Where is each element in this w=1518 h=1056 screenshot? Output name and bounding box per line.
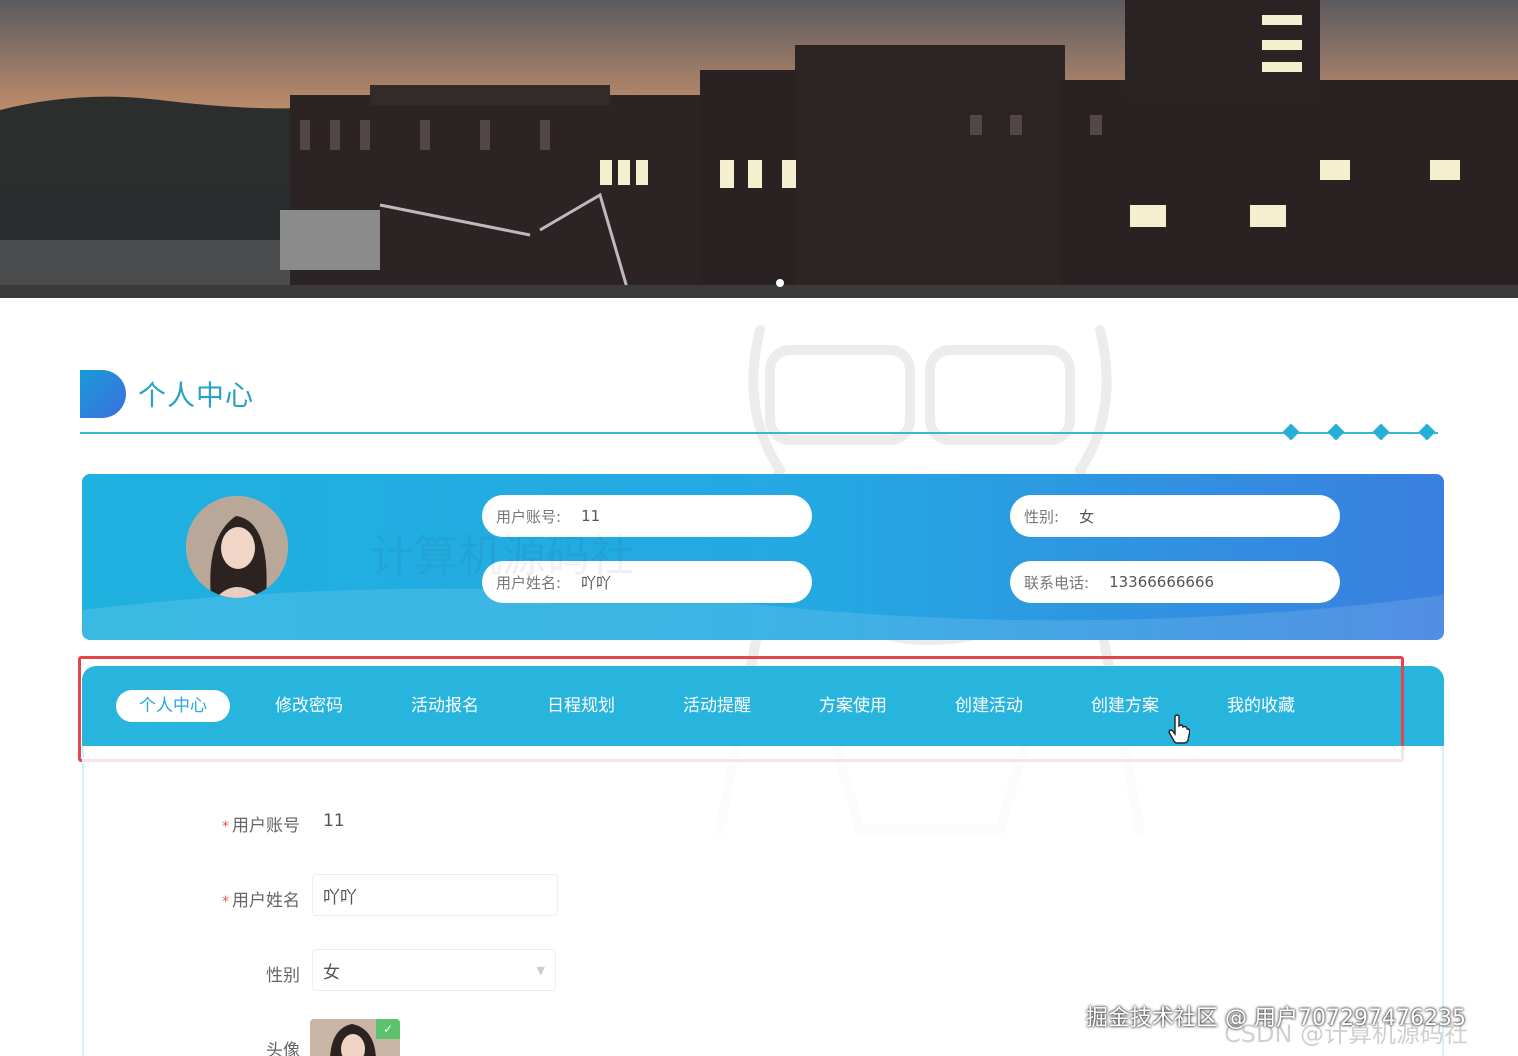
page-title: 个人中心 xyxy=(138,379,255,412)
gender-select-value: 女 xyxy=(323,962,340,983)
campus-night-photo xyxy=(0,0,1518,298)
check-icon: ✓ xyxy=(376,1019,400,1039)
diamond-icon xyxy=(1372,423,1390,441)
form-avatar-label: 头像 xyxy=(266,1041,300,1056)
carousel-indicator-dot[interactable] xyxy=(776,279,784,287)
form-gender-label: 性别 xyxy=(266,966,300,986)
title-divider xyxy=(80,432,1438,434)
phone-value: 13366666666 xyxy=(1109,573,1215,591)
diamond-icon xyxy=(1418,423,1436,441)
title-accent-icon xyxy=(80,370,126,418)
form-account-label: * 用户账号 xyxy=(222,816,300,836)
gender-label: 性别: xyxy=(1024,507,1060,526)
gender-value: 女 xyxy=(1079,507,1095,526)
hero-banner xyxy=(0,0,1518,298)
section-title: 个人中心 xyxy=(80,368,254,420)
phone-info-pill: 联系电话: 13366666666 xyxy=(1010,561,1340,603)
gender-select[interactable]: 女 ▼ xyxy=(312,949,556,991)
avatar xyxy=(186,496,288,598)
avatar-upload-thumbnail[interactable]: ✓ xyxy=(310,1019,400,1056)
hand-pointer-icon xyxy=(1168,714,1190,744)
chevron-down-icon: ▼ xyxy=(536,964,545,977)
name-input-value: 吖吖 xyxy=(323,887,357,908)
phone-label: 联系电话: xyxy=(1024,573,1090,592)
form-name-label: * 用户姓名 xyxy=(222,891,300,911)
form-account-value: 11 xyxy=(323,811,345,831)
profile-summary-card: 用户账号: 11 性别: 女 用户姓名: 吖吖 联系电话: 1336666666… xyxy=(82,474,1444,640)
diamond-icon xyxy=(1282,423,1300,441)
gender-info-pill: 性别: 女 xyxy=(1010,495,1340,537)
avatar-photo xyxy=(186,496,288,598)
faint-watermark-text: 计算机源码社 xyxy=(370,531,634,582)
juejin-watermark: 掘金技术社区 @ 用户707297476235 xyxy=(1086,1006,1466,1031)
name-input[interactable]: 吖吖 xyxy=(312,874,558,916)
required-mark: * xyxy=(222,819,229,835)
required-mark: * xyxy=(222,894,229,910)
diamond-icon xyxy=(1327,423,1345,441)
